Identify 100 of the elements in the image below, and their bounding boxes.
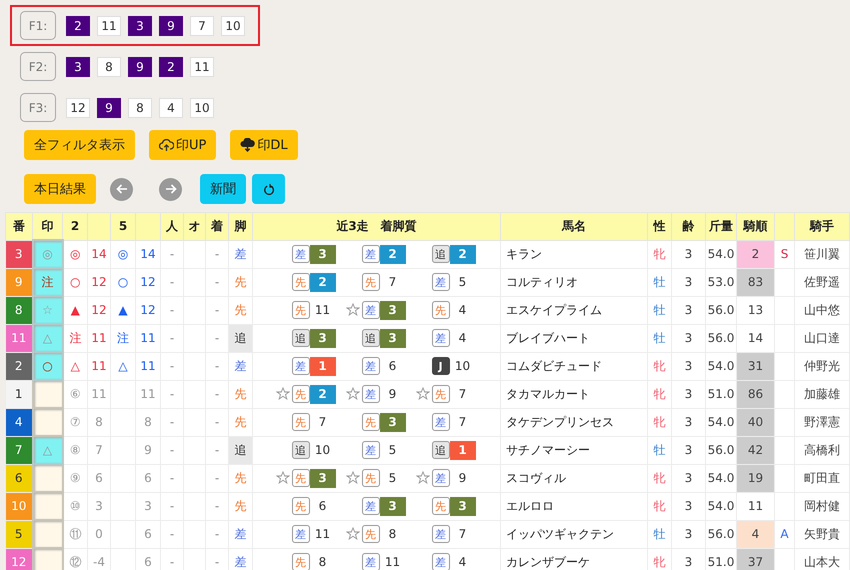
gate-number: 5 bbox=[6, 520, 32, 548]
running-style-badge: 先 bbox=[362, 469, 380, 487]
gate-number: 2 bbox=[6, 352, 32, 380]
filter-button[interactable]: F2: bbox=[20, 52, 56, 81]
running-style: 先 bbox=[228, 464, 252, 492]
finish-position: 11 bbox=[314, 302, 332, 319]
mark-field[interactable] bbox=[32, 520, 62, 548]
gate-number: 4 bbox=[6, 408, 32, 436]
finish-position: - bbox=[206, 352, 228, 380]
finish-badge: 2 bbox=[310, 384, 336, 404]
sex: 牝 bbox=[648, 380, 672, 408]
age: 3 bbox=[672, 492, 706, 520]
filter-button[interactable]: F3: bbox=[20, 93, 56, 122]
jockey-grade: A bbox=[774, 520, 794, 548]
finish-position: - bbox=[206, 408, 228, 436]
sex: 牝 bbox=[648, 352, 672, 380]
mark-symbol: ◎ bbox=[62, 240, 88, 268]
finish-position: 9 bbox=[458, 470, 468, 487]
mark-symbol: △ bbox=[62, 352, 88, 380]
results-button[interactable]: 本日結果 bbox=[24, 174, 96, 204]
upload-button[interactable]: 印UP bbox=[149, 130, 216, 160]
filter-chip[interactable]: 10 bbox=[190, 98, 214, 118]
finish-badge: 2 bbox=[450, 244, 476, 264]
gate-number: 6 bbox=[6, 464, 32, 492]
mark-field[interactable] bbox=[32, 464, 62, 492]
gate-number: 1 bbox=[6, 380, 32, 408]
weight: 56.0 bbox=[706, 296, 736, 324]
age: 3 bbox=[672, 464, 706, 492]
running-style-badge: 差 bbox=[292, 245, 310, 263]
filter-chip[interactable]: 2 bbox=[66, 16, 90, 36]
filter-chip[interactable]: 10 bbox=[221, 16, 245, 36]
mark-field[interactable] bbox=[32, 548, 62, 570]
running-style-badge: 追 bbox=[292, 329, 310, 347]
running-style: 先 bbox=[228, 408, 252, 436]
column-header: 近3走 着脚質 bbox=[252, 212, 500, 240]
arrow-left-icon bbox=[114, 182, 128, 196]
filter-button[interactable]: F1: bbox=[20, 11, 56, 40]
running-style-badge: 先 bbox=[292, 273, 310, 291]
running-style: 差 bbox=[228, 240, 252, 268]
mark-symbol: ◎ bbox=[110, 240, 136, 268]
running-style-badge: 差 bbox=[432, 413, 450, 431]
filter-chip[interactable]: 3 bbox=[66, 56, 90, 76]
filter-chip[interactable]: 7 bbox=[190, 16, 214, 36]
jockey-rank: 31 bbox=[736, 352, 774, 380]
finish-position: 7 bbox=[318, 414, 328, 431]
filter-chip[interactable]: 8 bbox=[97, 56, 121, 76]
running-style: 先 bbox=[228, 296, 252, 324]
column-header: 5 bbox=[110, 212, 136, 240]
jockey-rank: 11 bbox=[736, 492, 774, 520]
mark-field[interactable] bbox=[32, 492, 62, 520]
cloud-download-icon bbox=[240, 138, 256, 152]
filter-chip[interactable]: 12 bbox=[66, 98, 90, 118]
score: 11 bbox=[136, 352, 160, 380]
mark-symbol: ⑩ bbox=[62, 492, 88, 520]
filter-chip[interactable]: 11 bbox=[190, 56, 214, 76]
mark-field[interactable] bbox=[32, 408, 62, 436]
gate-number: 10 bbox=[6, 492, 32, 520]
finish-position: 7 bbox=[388, 274, 398, 291]
jockey-name: 矢野貴 bbox=[794, 520, 850, 548]
mark-field[interactable]: 注 bbox=[32, 268, 62, 296]
mark-symbol: △ bbox=[110, 352, 136, 380]
running-style-badge: 差 bbox=[432, 273, 450, 291]
filter-chip[interactable]: 3 bbox=[128, 16, 152, 36]
popularity: - bbox=[160, 436, 184, 464]
jockey-rank: 83 bbox=[736, 268, 774, 296]
column-header: 斤量 bbox=[706, 212, 736, 240]
filter-chip[interactable]: 9 bbox=[159, 16, 183, 36]
show-all-filters-button[interactable]: 全フィルタ表示 bbox=[24, 130, 135, 160]
score: 6 bbox=[88, 464, 110, 492]
mark-field[interactable]: ○ bbox=[32, 352, 62, 380]
filter-chip[interactable]: 9 bbox=[97, 98, 121, 118]
running-style-badge: 差 bbox=[292, 525, 310, 543]
filter-chip[interactable]: 2 bbox=[159, 56, 183, 76]
sex: 牡 bbox=[648, 436, 672, 464]
popularity: - bbox=[160, 492, 184, 520]
next-button[interactable] bbox=[159, 178, 182, 200]
filter-chip[interactable]: 9 bbox=[128, 56, 152, 76]
jockey-name: 高橋利 bbox=[794, 436, 850, 464]
score: 14 bbox=[88, 240, 110, 268]
running-style-badge: 差 bbox=[432, 469, 450, 487]
previous-button[interactable] bbox=[110, 178, 133, 200]
refresh-button[interactable] bbox=[252, 174, 285, 204]
finish-position: - bbox=[206, 296, 228, 324]
age: 3 bbox=[672, 380, 706, 408]
running-style-badge: 差 bbox=[362, 497, 380, 515]
jockey-rank: 13 bbox=[736, 296, 774, 324]
mark-symbol: ⑨ bbox=[62, 464, 88, 492]
filter-chip[interactable]: 8 bbox=[128, 98, 152, 118]
running-style-badge: 差 bbox=[432, 525, 450, 543]
mark-field[interactable] bbox=[32, 380, 62, 408]
weight: 56.0 bbox=[706, 324, 736, 352]
newspaper-button[interactable]: 新聞 bbox=[200, 174, 246, 204]
filter-chip[interactable]: 4 bbox=[159, 98, 183, 118]
sex: 牝 bbox=[648, 240, 672, 268]
age: 3 bbox=[672, 520, 706, 548]
gate-number: 7 bbox=[6, 436, 32, 464]
running-style-badge: 追 bbox=[432, 441, 450, 459]
finish-position: - bbox=[206, 380, 228, 408]
filter-chip[interactable]: 11 bbox=[97, 16, 121, 36]
download-button[interactable]: 印DL bbox=[230, 130, 298, 160]
